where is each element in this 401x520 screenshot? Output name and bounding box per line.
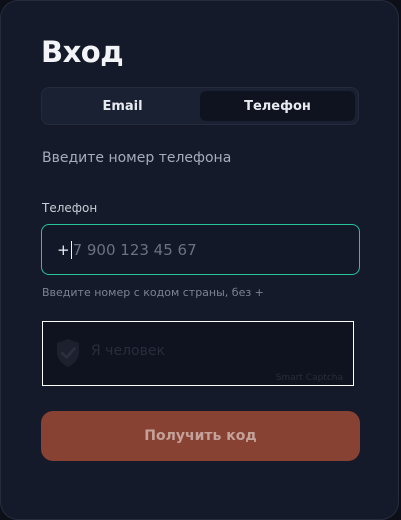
phone-field-label: Телефон bbox=[42, 201, 98, 215]
captcha-label: Я человек bbox=[91, 343, 165, 359]
phone-input[interactable] bbox=[72, 240, 333, 259]
tab-phone[interactable]: Телефон bbox=[200, 91, 355, 121]
text-caret bbox=[70, 240, 72, 259]
form-subtitle: Введите номер телефона bbox=[42, 150, 232, 166]
captcha-brand: Smart Captcha bbox=[275, 373, 343, 383]
page-title: Вход bbox=[41, 35, 124, 69]
phone-prefix: + bbox=[57, 240, 70, 259]
captcha-widget[interactable]: Я человек Smart Captcha bbox=[42, 321, 354, 386]
tab-email[interactable]: Email bbox=[45, 91, 200, 121]
shield-check-icon[interactable] bbox=[55, 338, 81, 368]
phone-hint: Введите номер с кодом страны, без + bbox=[42, 286, 264, 299]
login-method-tabs: Email Телефон bbox=[41, 87, 359, 125]
get-code-button[interactable]: Получить код bbox=[41, 411, 360, 461]
phone-field[interactable]: + bbox=[41, 224, 360, 275]
login-card: Вход Email Телефон Введите номер телефон… bbox=[0, 0, 399, 520]
